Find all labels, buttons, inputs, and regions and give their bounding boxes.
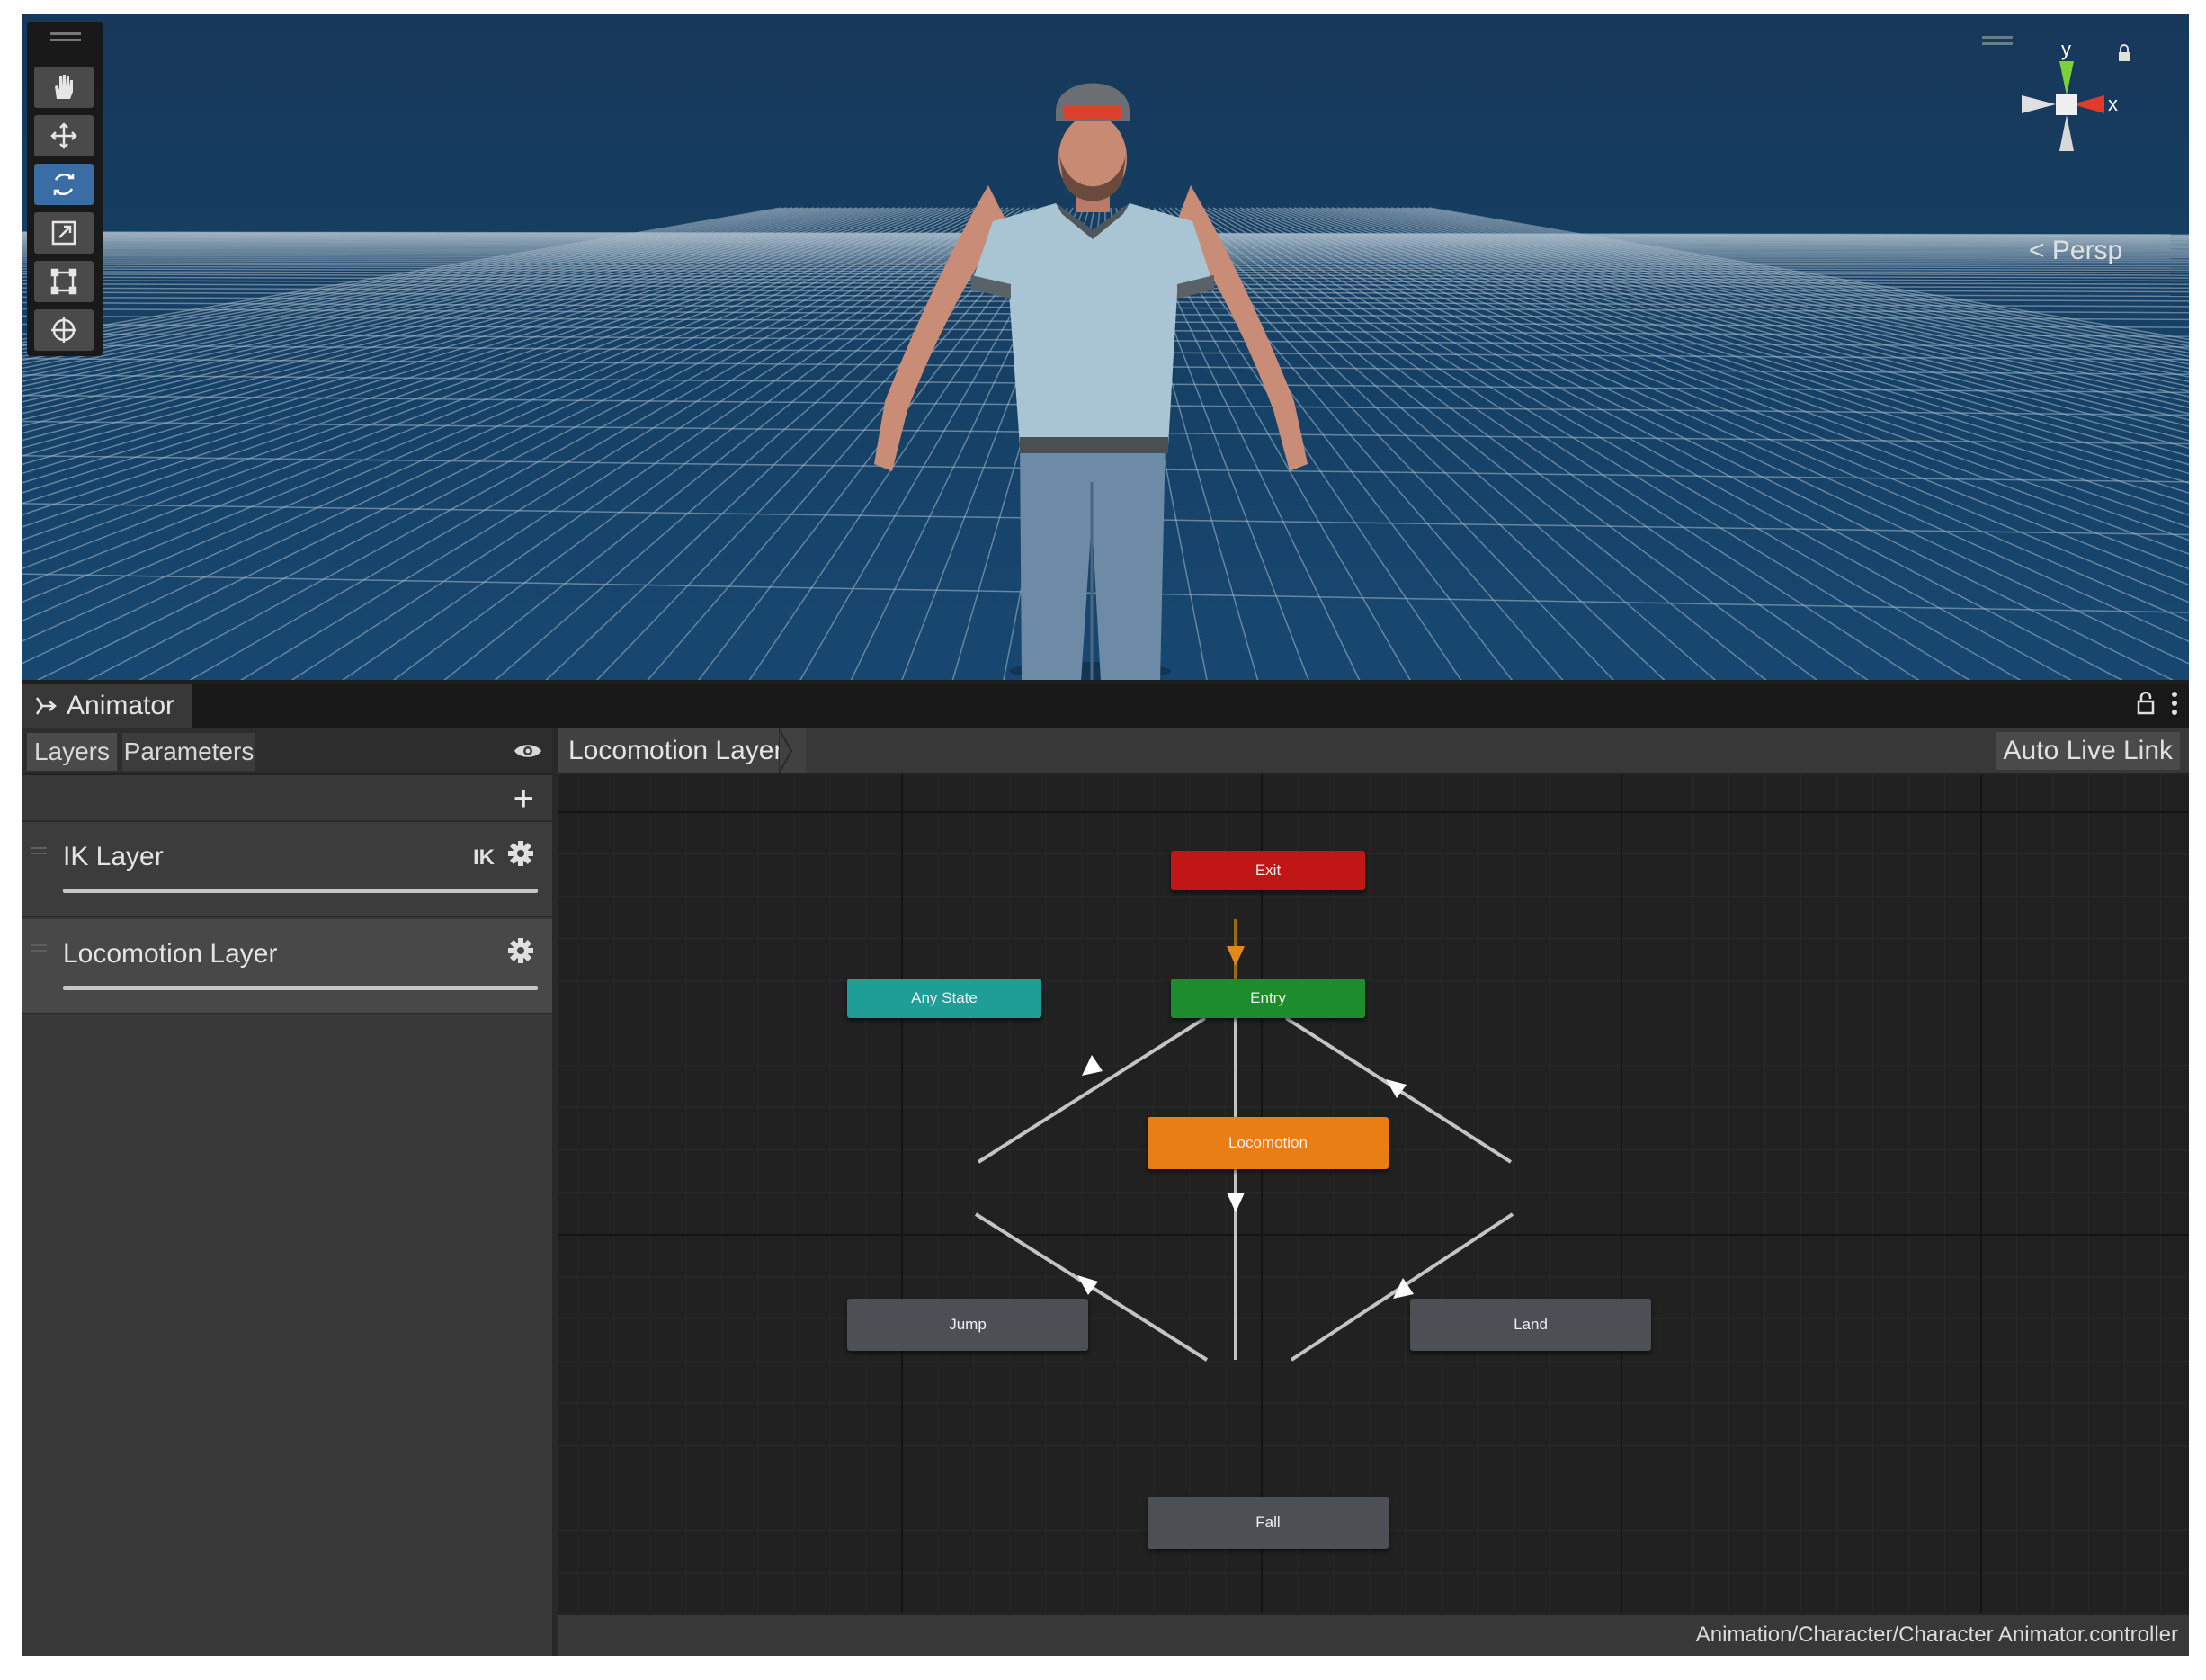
state-label: Any State [911,989,978,1006]
transition-arrow-icon [1227,946,1245,966]
breadcrumb-chevron-icon [779,728,793,773]
lock-icon[interactable] [2137,692,2155,715]
transform-icon [51,317,76,343]
state-label: Fall [1255,1514,1281,1531]
state-jump[interactable]: Jump [847,1299,1088,1351]
state-label: Land [1514,1316,1548,1333]
transition-arrow-icon [1077,1275,1098,1295]
y-axis-cone-icon[interactable] [2059,61,2074,95]
rect-transform-icon [50,268,77,295]
state-fall[interactable]: Fall [1148,1497,1389,1549]
ik-badge: IK [473,845,495,870]
auto-live-link-button[interactable]: Auto Live Link [1996,732,2180,770]
gear-icon[interactable] [507,937,534,964]
unity-editor: y x < Persp Animator Layers Parameters +… [22,14,2189,1656]
move-tool-button[interactable] [34,115,94,156]
transition-arrow-icon [1082,1055,1103,1076]
breadcrumb-bar: Locomotion Layer Auto Live Link [558,728,2189,775]
add-layer-row: + [22,775,552,822]
rotate-tool-button[interactable] [34,164,94,205]
controller-path: Animation/Character/Character Animator.c… [1695,1622,2178,1647]
projection-label: Persp [2051,236,2123,265]
transitions [974,919,1514,1362]
back-arrow-icon: < [2029,236,2045,265]
more-options-icon[interactable] [2171,691,2178,716]
state-machine-graph: Locomotion Layer Auto Live Link Exit Any… [558,728,2189,1656]
transform-tool-button[interactable] [34,309,94,351]
scene-grid [22,83,2189,680]
hand-tool-button[interactable] [34,67,94,108]
breadcrumb-label: Locomotion Layer [568,736,783,765]
graph-canvas[interactable]: Exit Any State Entry Locomotion Jump Lan… [558,775,2189,1613]
scene-view[interactable]: y x < Persp [22,14,2189,680]
animator-titlebar: Animator [22,684,2189,728]
state-label: Exit [1255,862,1282,879]
neg-x-axis-cone-icon[interactable] [2022,95,2056,113]
drag-handle-icon[interactable] [31,944,47,952]
tab-parameters[interactable]: Parameters [122,733,255,771]
animator-tab[interactable]: Animator [22,684,192,728]
tab-layers[interactable]: Layers [27,733,117,771]
breadcrumb[interactable]: Locomotion Layer [558,728,807,773]
rect-tool-button[interactable] [34,261,94,302]
lock-icon[interactable] [2119,44,2130,61]
left-tabs: Layers Parameters [22,728,552,775]
state-exit[interactable]: Exit [1171,851,1365,890]
status-bar: Animation/Character/Character Animator.c… [558,1613,2189,1656]
projection-toggle[interactable]: < Persp [2029,236,2122,266]
eye-icon[interactable] [513,741,543,761]
layer-item-locomotion[interactable]: Locomotion Layer [22,919,552,1014]
move-arrows-icon [50,122,77,149]
layer-weight-bar[interactable] [63,986,538,990]
layer-name: Locomotion Layer [63,939,278,969]
add-layer-button[interactable]: + [514,781,534,817]
state-label: Locomotion [1228,1134,1308,1151]
scale-icon [51,220,76,246]
transition-arrow-icon [1227,1193,1245,1212]
rotate-icon [53,174,75,195]
gizmo-x-label: x [2108,93,2118,115]
state-any-state[interactable]: Any State [847,979,1041,1018]
gizmo-y-label: y [2061,41,2071,60]
gear-icon[interactable] [507,840,534,867]
gizmo-center-icon[interactable] [2056,94,2077,115]
animator-window: Animator Layers Parameters + IK Layer IK… [22,684,2189,1656]
orientation-gizmo[interactable]: y x [2009,38,2144,212]
state-entry[interactable]: Entry [1171,979,1365,1018]
state-locomotion-default[interactable]: Locomotion [1148,1117,1389,1169]
layers-panel: Layers Parameters + IK Layer IK Locomoti… [22,728,552,1656]
layer-name: IK Layer [63,842,164,871]
hand-icon [55,75,73,99]
state-label: Jump [949,1316,987,1333]
layer-weight-bar[interactable] [63,889,538,893]
neg-z-axis-cone-icon[interactable] [2059,115,2074,151]
state-label: Entry [1250,989,1286,1006]
drag-handle-icon[interactable] [31,847,47,854]
state-land[interactable]: Land [1410,1299,1651,1351]
layer-item-ik[interactable]: IK Layer IK [22,822,552,917]
animator-icon [35,697,57,715]
toolbar-grip-icon[interactable] [50,32,81,41]
scene-grip-icon[interactable] [1982,36,2013,45]
animator-tab-label: Animator [67,691,175,720]
scale-tool-button[interactable] [34,212,94,254]
scene-toolbar [27,22,103,356]
